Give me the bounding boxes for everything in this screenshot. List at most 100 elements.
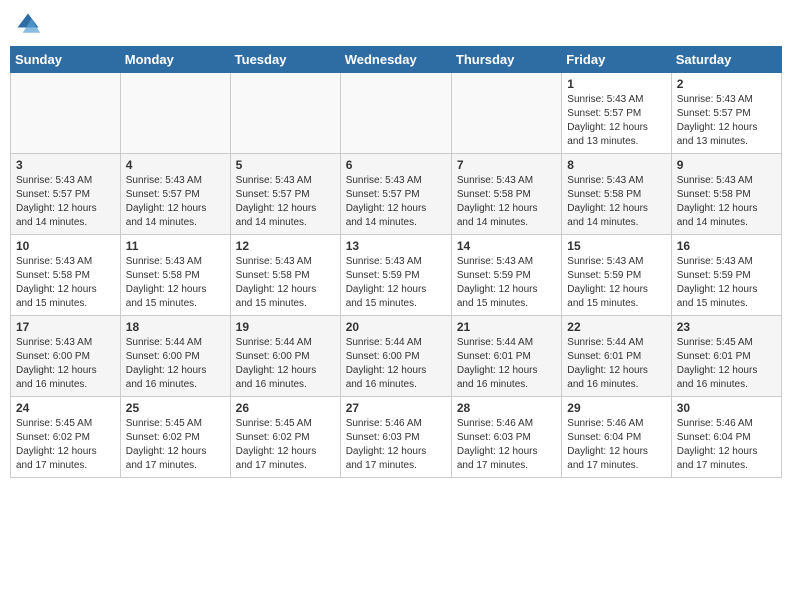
cell-content: Sunrise: 5:43 AMSunset: 5:59 PMDaylight:… <box>567 255 665 311</box>
calendar-cell: 12 Sunrise: 5:43 AMSunset: 5:58 PMDayligh… <box>230 235 340 316</box>
calendar-week-5: 24 Sunrise: 5:45 AMSunset: 6:02 PMDayligh… <box>11 397 782 478</box>
cell-content: Sunrise: 5:43 AMSunset: 6:00 PMDaylight:… <box>16 336 115 392</box>
calendar-cell: 29 Sunrise: 5:46 AMSunset: 6:04 PMDayligh… <box>562 397 671 478</box>
weekday-header-tuesday: Tuesday <box>230 47 340 73</box>
cell-content: Sunrise: 5:43 AMSunset: 5:59 PMDaylight:… <box>457 255 556 311</box>
day-number: 22 <box>567 320 665 334</box>
day-number: 30 <box>677 401 776 415</box>
calendar-cell: 6Sunrise: 5:43 AMSunset: 5:57 PMDaylight… <box>340 154 451 235</box>
cell-content: Sunrise: 5:43 AMSunset: 5:57 PMDaylight:… <box>236 174 335 230</box>
day-number: 25 <box>126 401 225 415</box>
calendar-cell: 1Sunrise: 5:43 AMSunset: 5:57 PMDaylight… <box>562 73 671 154</box>
weekday-header-wednesday: Wednesday <box>340 47 451 73</box>
calendar-cell: 8 Sunrise: 5:43 AMSunset: 5:58 PMDaylight… <box>562 154 671 235</box>
calendar-cell: 14 Sunrise: 5:43 AMSunset: 5:59 PMDayligh… <box>451 235 561 316</box>
calendar-cell: 17 Sunrise: 5:43 AMSunset: 6:00 PMDayligh… <box>11 316 121 397</box>
calendar-week-2: 3 Sunrise: 5:43 AMSunset: 5:57 PMDaylight… <box>11 154 782 235</box>
calendar-cell: 27 Sunrise: 5:46 AMSunset: 6:03 PMDayligh… <box>340 397 451 478</box>
cell-content: Sunrise: 5:43 AMSunset: 5:58 PMDaylight:… <box>567 174 665 230</box>
calendar-cell <box>451 73 561 154</box>
calendar-cell: 13 Sunrise: 5:43 AMSunset: 5:59 PMDayligh… <box>340 235 451 316</box>
calendar-cell: 22 Sunrise: 5:44 AMSunset: 6:01 PMDayligh… <box>562 316 671 397</box>
calendar-cell: 19 Sunrise: 5:44 AMSunset: 6:00 PMDayligh… <box>230 316 340 397</box>
calendar-cell: 5 Sunrise: 5:43 AMSunset: 5:57 PMDaylight… <box>230 154 340 235</box>
day-number: 10 <box>16 239 115 253</box>
calendar-cell <box>120 73 230 154</box>
day-number: 19 <box>236 320 335 334</box>
cell-content: Sunrise: 5:43 AMSunset: 5:58 PMDaylight:… <box>677 174 776 230</box>
day-number: 28 <box>457 401 556 415</box>
day-number: 15 <box>567 239 665 253</box>
cell-content: Sunrise: 5:46 AMSunset: 6:03 PMDaylight:… <box>457 417 556 473</box>
cell-content: Sunrise: 5:43 AMSunset: 5:59 PMDaylight:… <box>677 255 776 311</box>
calendar-cell: 25 Sunrise: 5:45 AMSunset: 6:02 PMDayligh… <box>120 397 230 478</box>
day-number: 27 <box>346 401 446 415</box>
day-number: 5 <box>236 158 335 172</box>
calendar-cell: 21 Sunrise: 5:44 AMSunset: 6:01 PMDayligh… <box>451 316 561 397</box>
day-number: 20 <box>346 320 446 334</box>
cell-content: Sunrise: 5:43 AMSunset: 5:57 PMDaylight:… <box>567 93 665 149</box>
calendar-table: SundayMondayTuesdayWednesdayThursdayFrid… <box>10 46 782 478</box>
calendar-cell <box>230 73 340 154</box>
cell-content: Sunrise: 5:43 AMSunset: 5:58 PMDaylight:… <box>16 255 115 311</box>
calendar-cell: 4Sunrise: 5:43 AMSunset: 5:57 PMDaylight… <box>120 154 230 235</box>
calendar-cell: 28 Sunrise: 5:46 AMSunset: 6:03 PMDayligh… <box>451 397 561 478</box>
calendar-cell: 10 Sunrise: 5:43 AMSunset: 5:58 PMDayligh… <box>11 235 121 316</box>
calendar-week-3: 10 Sunrise: 5:43 AMSunset: 5:58 PMDayligh… <box>11 235 782 316</box>
weekday-header-monday: Monday <box>120 47 230 73</box>
cell-content: Sunrise: 5:44 AMSunset: 6:00 PMDaylight:… <box>236 336 335 392</box>
calendar-week-4: 17 Sunrise: 5:43 AMSunset: 6:00 PMDayligh… <box>11 316 782 397</box>
day-number: 14 <box>457 239 556 253</box>
calendar-cell: 9 Sunrise: 5:43 AMSunset: 5:58 PMDaylight… <box>671 154 781 235</box>
calendar-cell: 18 Sunrise: 5:44 AMSunset: 6:00 PMDayligh… <box>120 316 230 397</box>
cell-content: Sunrise: 5:45 AMSunset: 6:02 PMDaylight:… <box>236 417 335 473</box>
day-number: 11 <box>126 239 225 253</box>
cell-content: Sunrise: 5:46 AMSunset: 6:04 PMDaylight:… <box>677 417 776 473</box>
logo-icon <box>14 10 42 38</box>
day-number: 21 <box>457 320 556 334</box>
calendar-cell: 2 Sunrise: 5:43 AMSunset: 5:57 PMDaylight… <box>671 73 781 154</box>
page-header <box>10 10 782 38</box>
cell-content: Sunrise: 5:43 AMSunset: 5:57 PMDaylight:… <box>677 93 776 149</box>
weekday-header-sunday: Sunday <box>11 47 121 73</box>
day-number: 29 <box>567 401 665 415</box>
cell-content: Sunrise: 5:44 AMSunset: 6:01 PMDaylight:… <box>457 336 556 392</box>
calendar-cell: 20Sunrise: 5:44 AMSunset: 6:00 PMDayligh… <box>340 316 451 397</box>
calendar-cell: 23 Sunrise: 5:45 AMSunset: 6:01 PMDayligh… <box>671 316 781 397</box>
cell-content: Sunrise: 5:45 AMSunset: 6:02 PMDaylight:… <box>126 417 225 473</box>
day-number: 13 <box>346 239 446 253</box>
cell-content: Sunrise: 5:43 AMSunset: 5:59 PMDaylight:… <box>346 255 446 311</box>
cell-content: Sunrise: 5:43 AMSunset: 5:57 PMDaylight:… <box>16 174 115 230</box>
day-number: 3 <box>16 158 115 172</box>
cell-content: Sunrise: 5:43 AMSunset: 5:58 PMDaylight:… <box>126 255 225 311</box>
cell-content: Sunrise: 5:44 AMSunset: 6:01 PMDaylight:… <box>567 336 665 392</box>
day-number: 6 <box>346 158 446 172</box>
cell-content: Sunrise: 5:44 AMSunset: 6:00 PMDaylight:… <box>126 336 225 392</box>
day-number: 26 <box>236 401 335 415</box>
cell-content: Sunrise: 5:45 AMSunset: 6:02 PMDaylight:… <box>16 417 115 473</box>
calendar-cell: 24 Sunrise: 5:45 AMSunset: 6:02 PMDayligh… <box>11 397 121 478</box>
calendar-cell <box>11 73 121 154</box>
cell-content: Sunrise: 5:45 AMSunset: 6:01 PMDaylight:… <box>677 336 776 392</box>
calendar-cell: 15 Sunrise: 5:43 AMSunset: 5:59 PMDayligh… <box>562 235 671 316</box>
calendar-cell: 30 Sunrise: 5:46 AMSunset: 6:04 PMDayligh… <box>671 397 781 478</box>
day-number: 12 <box>236 239 335 253</box>
calendar-cell <box>340 73 451 154</box>
cell-content: Sunrise: 5:46 AMSunset: 6:03 PMDaylight:… <box>346 417 446 473</box>
day-number: 17 <box>16 320 115 334</box>
day-number: 18 <box>126 320 225 334</box>
day-number: 9 <box>677 158 776 172</box>
cell-content: Sunrise: 5:43 AMSunset: 5:58 PMDaylight:… <box>236 255 335 311</box>
day-number: 24 <box>16 401 115 415</box>
day-number: 16 <box>677 239 776 253</box>
logo <box>14 10 46 38</box>
day-number: 23 <box>677 320 776 334</box>
calendar-cell: 16 Sunrise: 5:43 AMSunset: 5:59 PMDayligh… <box>671 235 781 316</box>
day-number: 8 <box>567 158 665 172</box>
calendar-cell: 26 Sunrise: 5:45 AMSunset: 6:02 PMDayligh… <box>230 397 340 478</box>
cell-content: Sunrise: 5:46 AMSunset: 6:04 PMDaylight:… <box>567 417 665 473</box>
cell-content: Sunrise: 5:43 AMSunset: 5:58 PMDaylight:… <box>457 174 556 230</box>
day-number: 2 <box>677 77 776 91</box>
calendar-cell: 7Sunrise: 5:43 AMSunset: 5:58 PMDaylight… <box>451 154 561 235</box>
calendar-week-1: 1Sunrise: 5:43 AMSunset: 5:57 PMDaylight… <box>11 73 782 154</box>
